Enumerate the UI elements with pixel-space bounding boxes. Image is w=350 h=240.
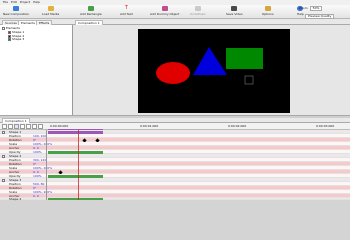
stage-area bbox=[73, 25, 350, 115]
film-icon bbox=[231, 6, 238, 11]
step-forward-icon[interactable] bbox=[20, 124, 25, 129]
undefined-button[interactable]: Undefined bbox=[190, 6, 205, 18]
loop-icon[interactable] bbox=[32, 124, 37, 129]
dummy-object-icon bbox=[161, 6, 168, 11]
red-ellipse-shape[interactable] bbox=[156, 62, 190, 84]
load-media-button[interactable]: Load Media bbox=[42, 6, 59, 18]
go-end-icon[interactable] bbox=[26, 124, 31, 129]
timeline-controls: 0:00:00.000 0:00:01.000 0:00:02.000 0:00… bbox=[0, 123, 350, 130]
play-icon[interactable] bbox=[14, 124, 19, 129]
playhead-marker[interactable] bbox=[78, 130, 79, 200]
shape-icon bbox=[8, 38, 11, 42]
time-mark: 0:00:01.000 bbox=[140, 124, 159, 128]
timeline-divider[interactable] bbox=[46, 130, 47, 200]
timeline-panel: Composition 1 0:00:00.000 0:00:01.000 0:… bbox=[0, 118, 350, 201]
time-mark: 0:00:03.000 bbox=[316, 124, 335, 128]
gear-icon bbox=[264, 6, 271, 11]
stage-shapes bbox=[156, 47, 263, 85]
settings-icon[interactable] bbox=[38, 124, 43, 129]
step-back-icon[interactable] bbox=[8, 124, 13, 129]
composition-canvas[interactable] bbox=[138, 29, 290, 113]
green-rectangle-shape[interactable] bbox=[226, 48, 263, 69]
elements-panel: Elements Shape 1 Shape 2 Shape 3 bbox=[0, 25, 73, 115]
text-icon: T bbox=[124, 5, 128, 11]
add-rectangle-button[interactable]: Add Rectangle bbox=[80, 6, 102, 18]
dummy-object-shape[interactable] bbox=[244, 75, 254, 85]
folder-icon bbox=[47, 6, 54, 11]
collapse-icon[interactable] bbox=[2, 27, 5, 31]
rectangle-icon bbox=[87, 6, 94, 11]
zoom-label: Zoom bbox=[299, 6, 308, 10]
composition-icon bbox=[13, 6, 20, 11]
preview-quality-select[interactable]: Preview Quality bbox=[305, 13, 335, 19]
zoom-control: Zoom 50% bbox=[299, 5, 323, 11]
tree-item[interactable]: Shape 3 bbox=[8, 37, 24, 42]
timeline-grid: Shape 1 Position 100, 100 Rotation 0° Sc… bbox=[0, 130, 350, 201]
time-mark: 0:00:02.000 bbox=[228, 124, 247, 128]
blue-triangle-shape[interactable] bbox=[193, 47, 227, 75]
layer-duration-bar[interactable] bbox=[48, 198, 103, 200]
add-text-button[interactable]: T Add Text bbox=[120, 6, 133, 18]
new-composition-button[interactable]: New Composition bbox=[3, 6, 29, 18]
toolbar: New Composition Load Media Add Rectangle… bbox=[0, 5, 350, 19]
timeline-layer-row[interactable]: Shape 4 bbox=[0, 197, 350, 201]
undefined-icon bbox=[194, 6, 201, 11]
save-video-button[interactable]: Save Video bbox=[226, 6, 243, 18]
go-start-icon[interactable] bbox=[2, 124, 7, 129]
zoom-select[interactable]: 50% bbox=[309, 5, 323, 11]
add-dummy-object-button[interactable]: Add Dummy Object bbox=[150, 6, 179, 18]
options-button[interactable]: Options bbox=[262, 6, 274, 18]
